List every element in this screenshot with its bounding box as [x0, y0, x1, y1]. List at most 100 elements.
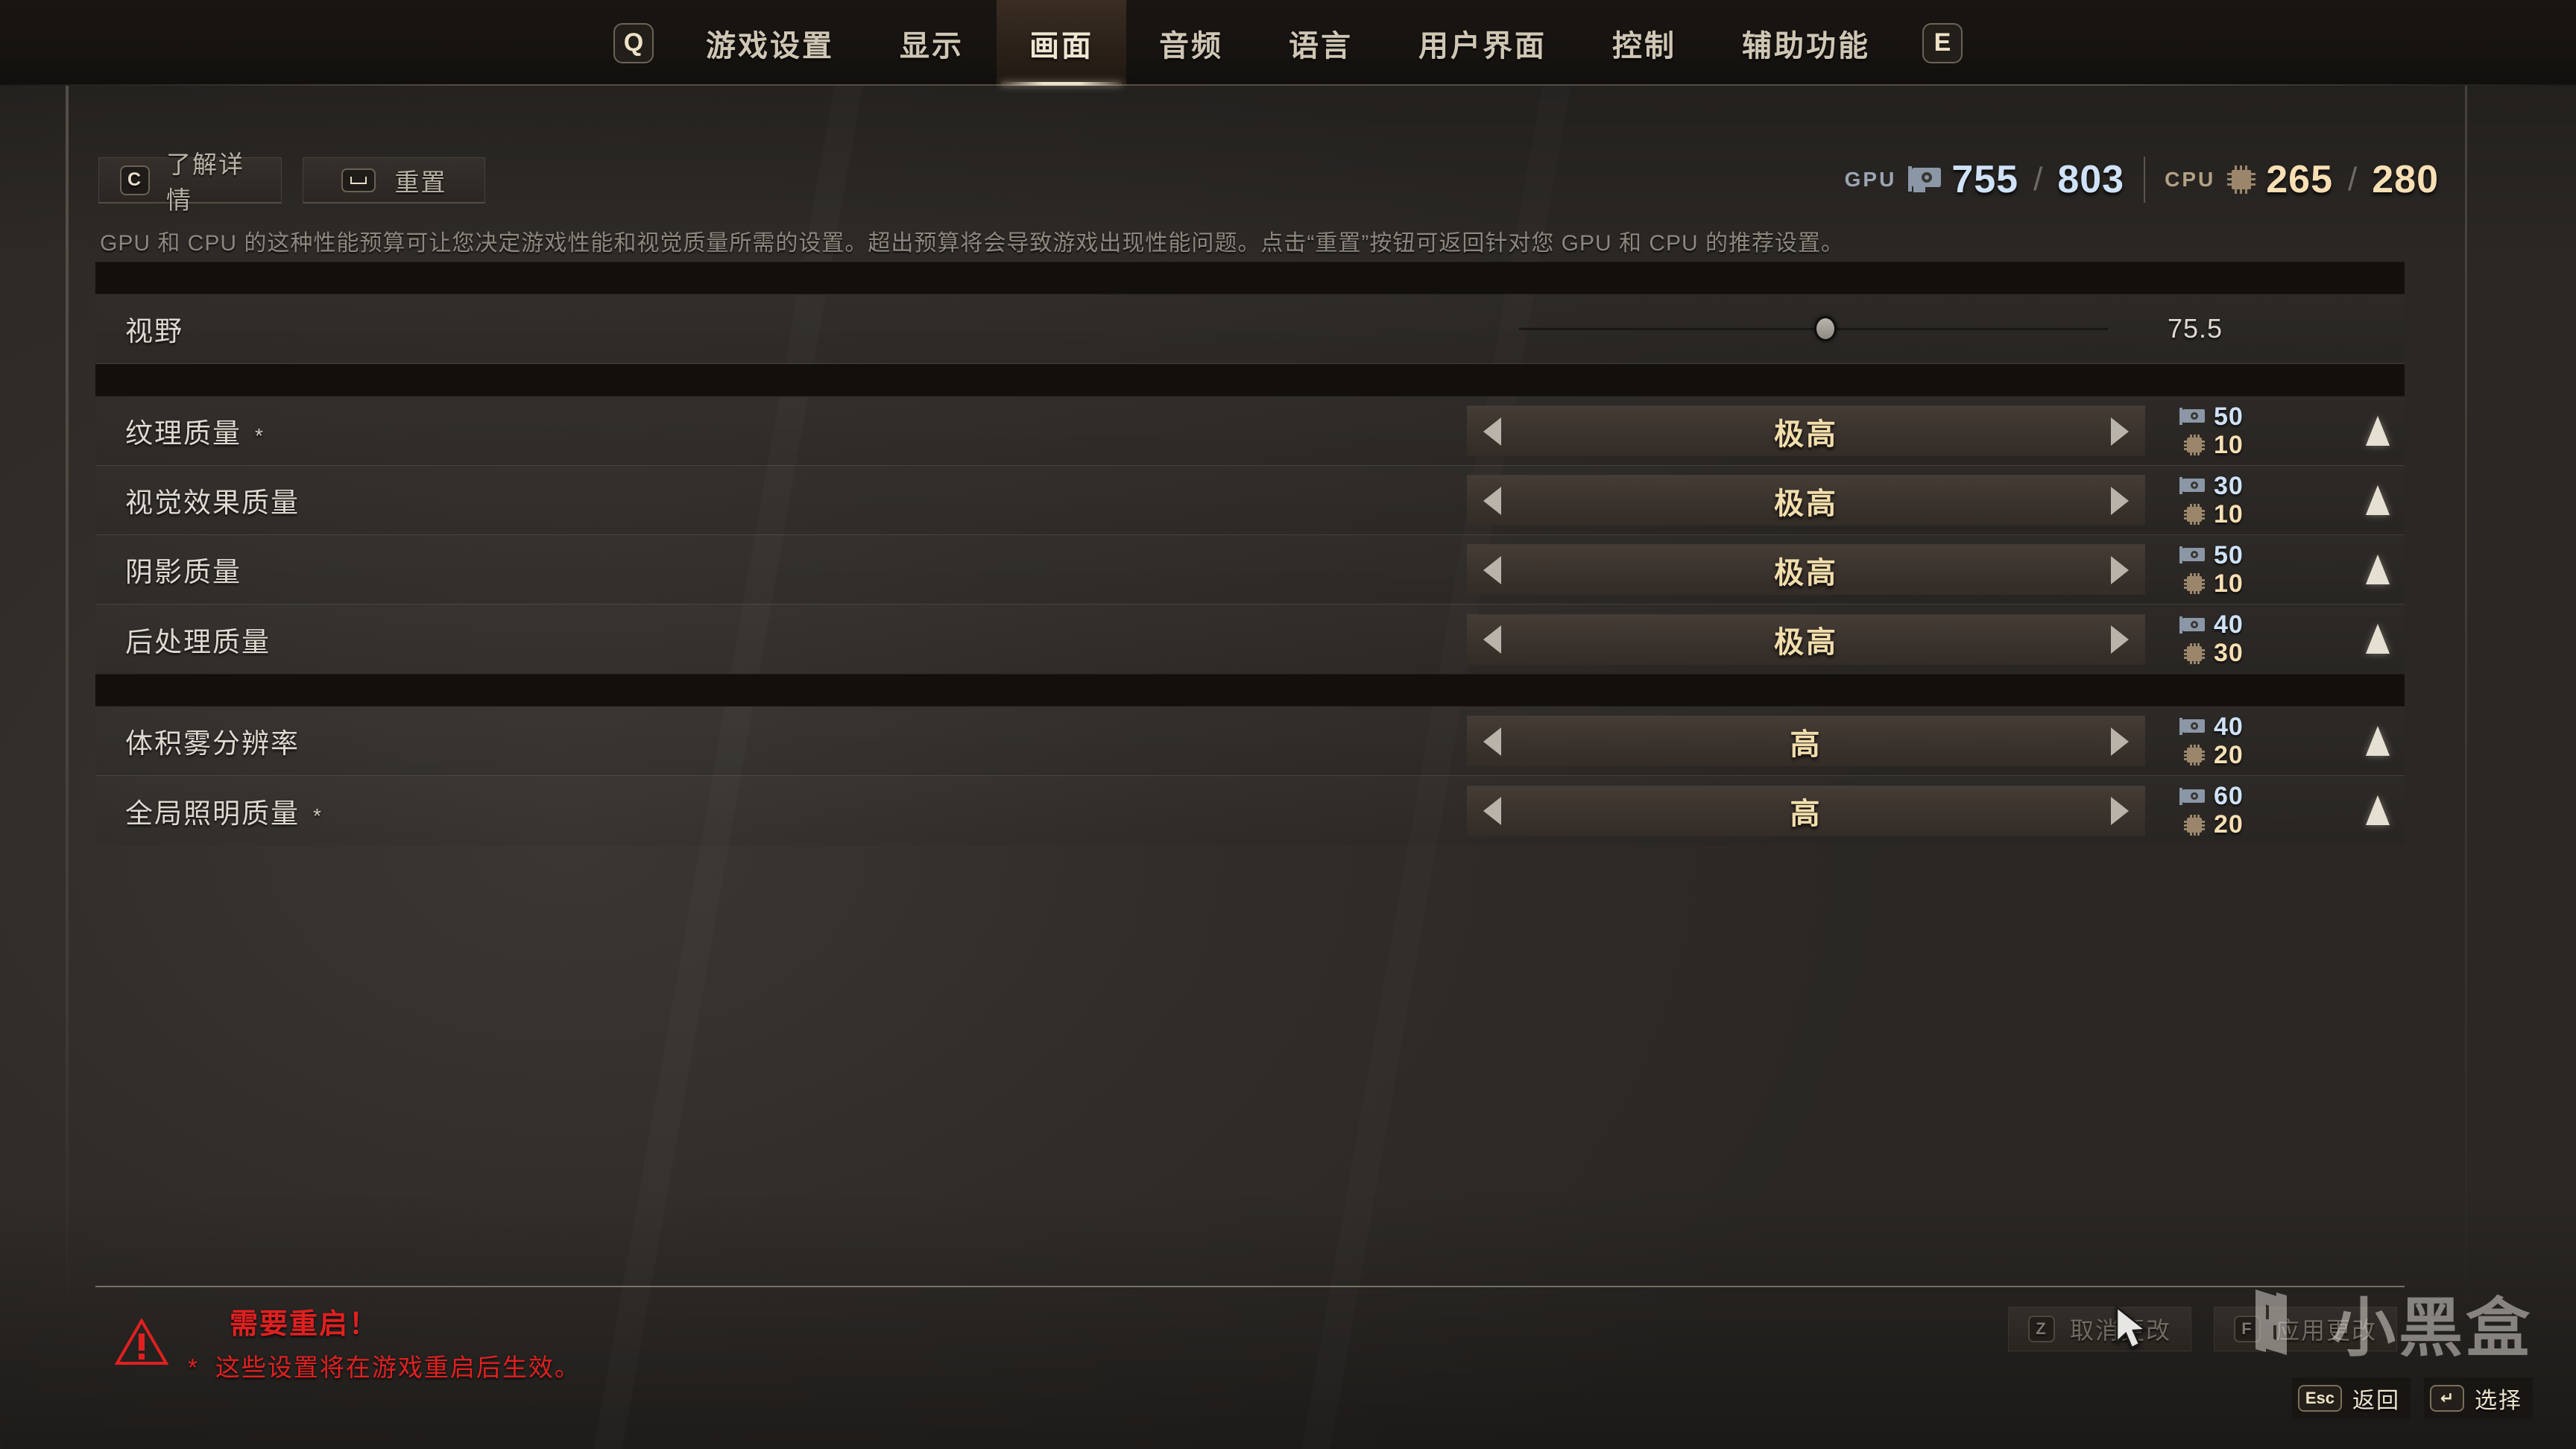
setting-label: 后处理质量	[125, 619, 271, 660]
hint-select[interactable]: ↵ 选择	[2424, 1377, 2533, 1419]
tab-interface[interactable]: 用户界面	[1386, 0, 1579, 86]
fov-slider[interactable]	[1519, 316, 2108, 341]
gpu-meter: GPU 755 / 803	[1845, 157, 2124, 202]
cost-values: 40 30	[2175, 610, 2332, 668]
tab-bar: Q 游戏设置 显示 画面 音频 语言 用户界面 控制 辅助功能 E	[0, 0, 2576, 86]
cpu-label: CPU	[2165, 168, 2216, 191]
setting-row[interactable]: 后处理质量 极高 40 30	[95, 604, 2405, 674]
selector-prev-arrow-icon[interactable]	[1483, 417, 1501, 446]
gpu-cost-line: 50	[2175, 541, 2332, 569]
cpu-meter: CPU 265 / 280	[2165, 157, 2439, 202]
selector-next-arrow-icon[interactable]	[2111, 555, 2129, 584]
gpu-cost-icon	[2179, 787, 2205, 806]
tab-audio[interactable]: 音频	[1126, 0, 1256, 86]
quality-group-2: 体积雾分辨率高 40 20 全局照明质量 * 高 60 20	[95, 707, 2405, 845]
gpu-cost-line: 40	[2175, 713, 2332, 741]
budget-description: GPU 和 CPU 的这种性能预算可让您决定游戏性能和视觉质量所需的设置。超出预…	[100, 231, 1845, 256]
key-z-badge: Z	[2027, 1316, 2055, 1342]
cpu-cost-value: 30	[2214, 639, 2244, 667]
next-tab-key-e[interactable]: E	[1922, 22, 1963, 63]
tab-game-settings[interactable]: 游戏设置	[673, 0, 867, 86]
gpu-cost-line: 30	[2175, 472, 2332, 500]
gpu-cost-value: 60	[2214, 782, 2244, 810]
setting-row[interactable]: 纹理质量 * 极高 50 10	[95, 397, 2405, 466]
gpu-cost-line: 50	[2175, 402, 2332, 431]
cpu-cost-icon	[2184, 435, 2205, 455]
gpu-cost-line: 60	[2175, 782, 2332, 811]
quality-group-1: 纹理质量 * 极高 50 10 视觉效果质量 极高 30 10 阴影质量 极高 50 10 后处理质量 极高…	[95, 397, 2405, 674]
cpu-cost-line: 10	[2175, 500, 2332, 528]
setting-cost: 30 10	[2175, 466, 2399, 535]
learn-more-button[interactable]: C 了解详情	[98, 151, 282, 214]
learn-more-label: 了解详情	[166, 150, 244, 214]
selector-next-arrow-icon[interactable]	[2111, 486, 2129, 515]
cost-trend-up-icon	[2366, 484, 2390, 515]
discard-changes-button[interactable]: Z 取消更改	[2007, 1307, 2191, 1351]
fov-label: 视野	[125, 316, 183, 347]
selector-next-arrow-icon[interactable]	[2111, 797, 2129, 825]
cost-trend-up-icon	[2366, 725, 2390, 756]
cpu-cost-value: 10	[2214, 569, 2244, 598]
prev-tab-key-q[interactable]: Q	[613, 22, 654, 63]
cpu-cost-value: 20	[2214, 810, 2244, 839]
restart-required-marker: *	[255, 424, 265, 447]
setting-selector[interactable]: 极高	[1467, 613, 2145, 665]
setting-label: 视野	[125, 309, 183, 349]
selector-next-arrow-icon[interactable]	[2111, 417, 2129, 446]
tab-language[interactable]: 语言	[1256, 0, 1386, 86]
section-separator	[95, 262, 2405, 294]
gpu-cost-icon	[2179, 546, 2205, 564]
cpu-cost-line: 10	[2175, 569, 2332, 598]
setting-row[interactable]: 体积雾分辨率 高 40 20	[95, 707, 2405, 776]
tab-graphics[interactable]: 画面	[997, 0, 1126, 86]
selector-next-arrow-icon[interactable]	[2111, 727, 2129, 756]
gpu-cost-icon	[2179, 616, 2205, 634]
cost-values: 50 10	[2175, 402, 2332, 459]
reset-button[interactable]: 重置	[303, 157, 485, 203]
selector-prev-arrow-icon[interactable]	[1483, 486, 1501, 515]
setting-label-text: 后处理质量	[125, 626, 271, 657]
setting-row[interactable]: 全局照明质量 * 高 60 20	[95, 776, 2405, 845]
settings-panel: C 了解详情 重置 GPU 755 / 803 CPU 265 / 280 GP…	[66, 86, 2467, 1381]
hint-back[interactable]: Esc 返回	[2291, 1377, 2411, 1419]
cpu-cost-icon	[2184, 745, 2205, 765]
tab-accessibility[interactable]: 辅助功能	[1709, 0, 1903, 86]
setting-label: 全局照明质量 *	[125, 791, 323, 831]
selector-prev-arrow-icon[interactable]	[1483, 727, 1501, 756]
key-space-badge	[341, 168, 376, 192]
setting-selector[interactable]: 高	[1467, 716, 2145, 766]
gpu-cost-value: 30	[2214, 471, 2244, 500]
selector-prev-arrow-icon[interactable]	[1483, 625, 1501, 654]
setting-selector[interactable]: 极高	[1467, 544, 2145, 595]
setting-row[interactable]: 阴影质量 极高 50 10	[95, 535, 2405, 604]
warning-asterisk: *	[188, 1354, 199, 1381]
setting-label: 纹理质量 *	[125, 411, 265, 451]
cpu-cost-value: 20	[2214, 740, 2244, 769]
footer-hints: Esc 返回 ↵ 选择	[2291, 1377, 2533, 1419]
tab-display[interactable]: 显示	[867, 0, 997, 86]
cpu-used-value: 265	[2266, 158, 2333, 201]
warning-message: 这些设置将在游戏重启后生效。	[215, 1354, 581, 1381]
selector-value: 极高	[1774, 626, 1838, 659]
section-separator	[95, 364, 2405, 397]
warning-text-block: 需要重启！ * 这些设置将在游戏重启后生效。	[188, 1301, 581, 1383]
selector-prev-arrow-icon[interactable]	[1483, 555, 1501, 584]
fov-value: 75.5	[2168, 313, 2223, 344]
cpu-cost-icon	[2184, 643, 2205, 664]
setting-row[interactable]: 视觉效果质量 极高 30 10	[95, 466, 2405, 535]
gpu-cost-value: 40	[2214, 712, 2244, 741]
setting-label-text: 阴影质量	[125, 557, 242, 587]
setting-selector[interactable]: 高	[1467, 785, 2145, 836]
selector-prev-arrow-icon[interactable]	[1483, 797, 1501, 825]
gpu-cost-value: 50	[2214, 402, 2244, 431]
warning-subtitle: * 这些设置将在游戏重启后生效。	[188, 1348, 581, 1383]
tab-controls[interactable]: 控制	[1579, 0, 1709, 86]
selector-next-arrow-icon[interactable]	[2111, 625, 2129, 654]
setting-selector[interactable]: 极高	[1467, 475, 2145, 525]
fov-slider-knob[interactable]	[1813, 316, 1837, 341]
hint-select-label: 选择	[2475, 1389, 2522, 1413]
cost-values: 50 10	[2175, 541, 2332, 598]
setting-selector[interactable]: 极高	[1467, 405, 2145, 456]
setting-row-fov[interactable]: 视野 75.5	[95, 294, 2405, 364]
gpu-cost-icon	[2179, 408, 2205, 426]
